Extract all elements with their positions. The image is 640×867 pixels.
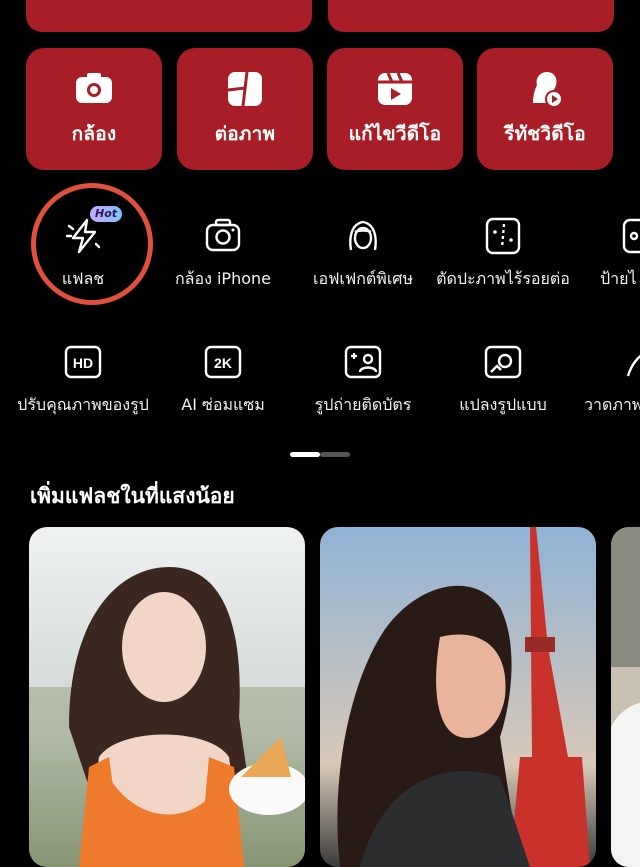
photo-card-2[interactable] (320, 527, 596, 867)
camera-icon (76, 73, 112, 103)
feature-tag-label: ป้ายไ (600, 269, 637, 288)
hd-icon: HD (64, 345, 102, 379)
feature-ai-repair[interactable]: 2K AI ซ่อมแซม (148, 342, 298, 415)
video-retouch-card[interactable]: รีทัชวิดีโอ (477, 48, 613, 170)
feature-flash[interactable]: แฟลช (8, 216, 158, 289)
feature-tag[interactable]: ป้ายไ (568, 216, 640, 289)
camera-card-label: กล้อง (71, 123, 117, 145)
top-card-right[interactable] (328, 0, 614, 32)
collage-card[interactable]: ต่อภาพ (177, 48, 313, 170)
feature-style-transform[interactable]: แปลงรูปแบบ (428, 342, 578, 415)
sample-photo-3 (611, 527, 640, 867)
feature-special-effects-label: เอฟเฟกต์พิเศษ (313, 269, 413, 288)
feature-special-effects[interactable]: เอฟเฟกต์พิเศษ (288, 216, 438, 289)
photo-card-3[interactable] (611, 527, 640, 867)
face-effect-icon (349, 220, 377, 251)
sample-photo-1 (29, 527, 305, 867)
pager-inactive (320, 452, 350, 457)
svg-text:2K: 2K (214, 355, 232, 371)
feature-enhance-quality-label: ปรับคุณภาพของรูป (17, 395, 149, 414)
camera-card[interactable]: กล้อง (26, 48, 162, 170)
video-edit-card[interactable]: แก้ไขวีดีโอ (327, 48, 463, 170)
feature-iphone-camera[interactable]: กล้อง iPhone (148, 216, 298, 289)
seamless-cut-icon (485, 217, 521, 255)
hot-badge: Hot (90, 206, 122, 222)
collage-icon (227, 71, 262, 107)
video-retouch-card-label: รีทัชวิดีโอ (504, 123, 586, 145)
feature-flash-label: แฟลช (61, 269, 105, 288)
sample-photo-2 (320, 527, 596, 867)
video-edit-card-label: แก้ไขวีดีโอ (348, 123, 442, 145)
feature-draw-label: วาดภาพ (584, 395, 640, 414)
feature-id-photo[interactable]: รูปถ่ายติดบัตร (288, 342, 438, 415)
pager-active (290, 452, 320, 457)
feature-style-transform-label: แปลงรูปแบบ (459, 395, 547, 414)
flash-icon (65, 218, 101, 254)
photo-card-1[interactable] (29, 527, 305, 867)
tag-icon (622, 218, 640, 254)
feature-iphone-camera-label: กล้อง iPhone (174, 269, 271, 288)
iphone-camera-icon (205, 218, 241, 252)
svg-text:HD: HD (73, 355, 93, 371)
feature-ai-repair-label: AI ซ่อมแซม (181, 395, 265, 414)
id-photo-icon (344, 345, 382, 379)
top-card-left[interactable] (26, 0, 312, 32)
style-transform-icon (484, 345, 522, 379)
feature-seamless-cut-label: ตัดปะภาพไร้รอยต่อ (436, 269, 570, 288)
video-edit-icon (378, 72, 412, 105)
feature-draw[interactable]: วาดภาพ (568, 342, 640, 415)
section-title: เพิ่มแฟลชในที่แสงน้อย (30, 484, 235, 508)
collage-card-label: ต่อภาพ (214, 123, 276, 145)
2k-icon: 2K (204, 345, 242, 379)
video-retouch-icon (533, 72, 563, 108)
feature-enhance-quality[interactable]: HD ปรับคุณภาพของรูป (8, 342, 158, 415)
draw-icon (626, 354, 640, 377)
feature-id-photo-label: รูปถ่ายติดบัตร (314, 395, 412, 414)
feature-seamless-cut[interactable]: ตัดปะภาพไร้รอยต่อ (428, 216, 578, 289)
